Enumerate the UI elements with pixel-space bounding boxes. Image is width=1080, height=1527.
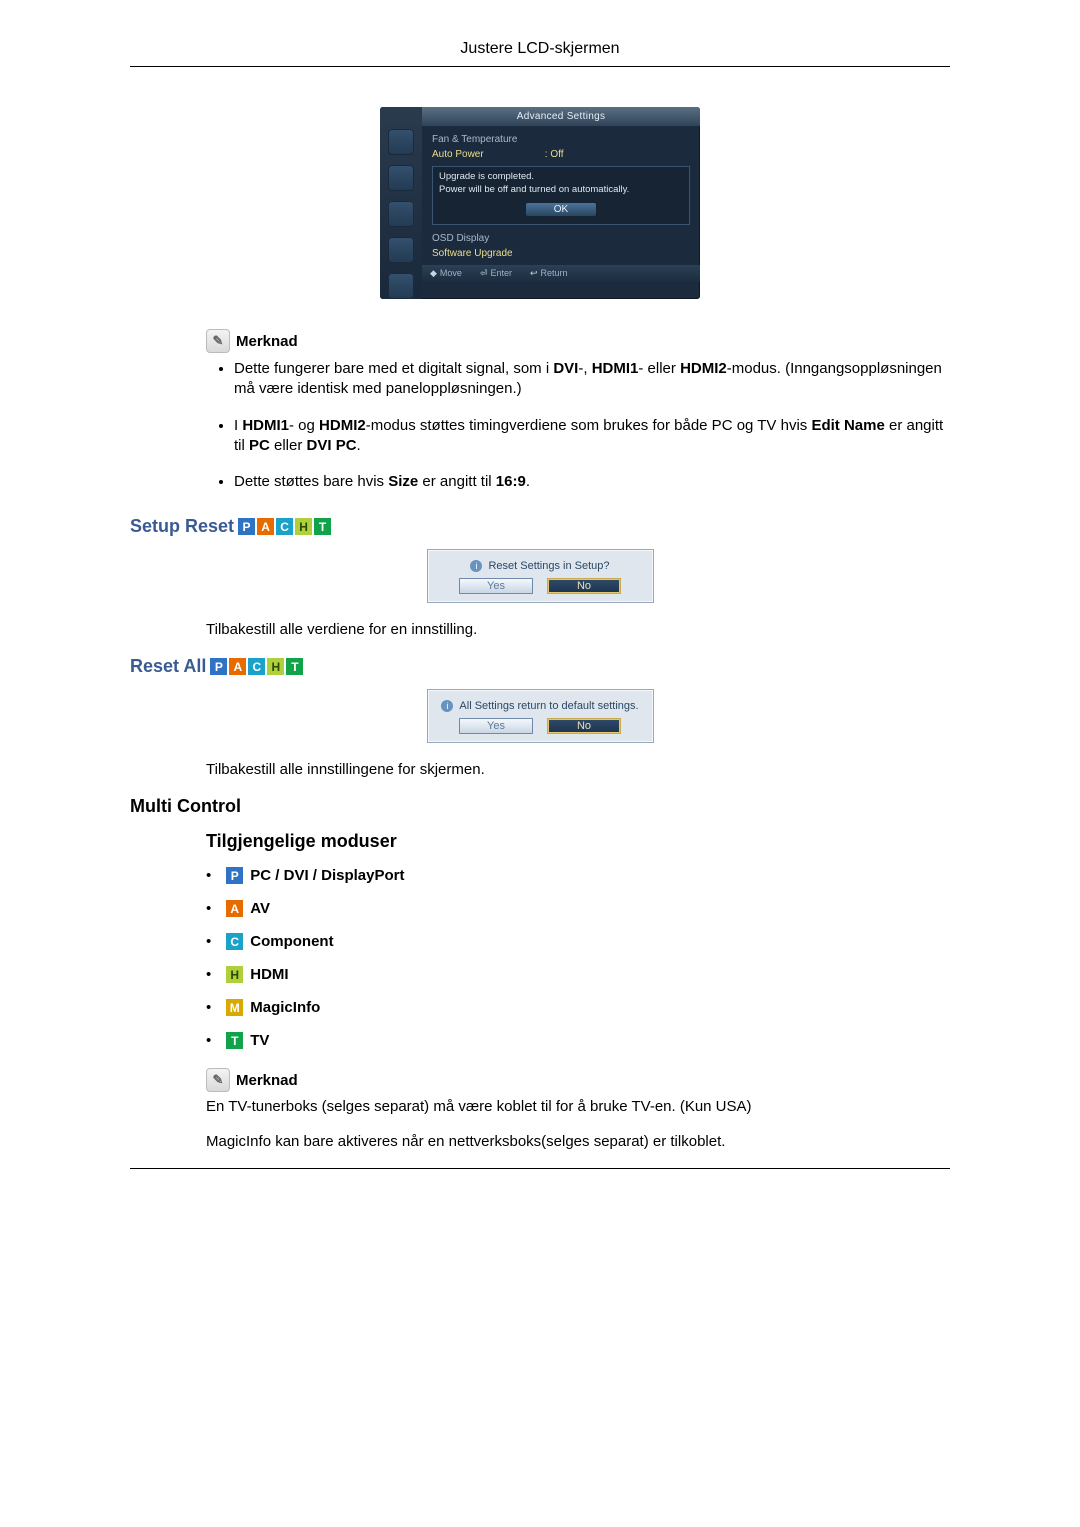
note-icon: ✎ (206, 1068, 230, 1092)
note-icon: ✎ (206, 329, 230, 353)
note-list-1: Dette fungerer bare med et digitalt sign… (216, 359, 950, 492)
mode-item-component: CComponent (206, 932, 950, 951)
reset-yes-button: Yes (459, 718, 533, 734)
note-item: Dette støttes bare hvis Size er angitt t… (234, 472, 950, 492)
reset-all-dialog: iAll Settings return to default settings… (427, 689, 654, 743)
osd-screenshot: Advanced Settings Fan & Temperature Auto… (130, 107, 950, 299)
mode-item-av: AAV (206, 899, 950, 918)
info-icon: i (441, 700, 453, 712)
osd-row-fan: Fan & Temperature (432, 132, 690, 147)
heading-setup-reset: Setup Reset P A C H T (130, 516, 950, 537)
divider-bottom (130, 1168, 950, 1169)
badge-t-icon: T (285, 657, 304, 676)
osd-icon-1 (388, 129, 414, 155)
page-header: Justere LCD-skjermen (130, 40, 950, 66)
note2-p2: MagicInfo kan bare aktiveres når en nett… (206, 1133, 950, 1150)
mode-item-magicinfo: MMagicInfo (206, 998, 950, 1017)
setup-reset-desc: Tilbakestill alle verdiene for en innsti… (206, 621, 950, 638)
osd-row-auto-power: Auto Power : Off (432, 147, 690, 162)
osd-dialog: Upgrade is completed. Power will be off … (432, 166, 690, 225)
badge-h-icon: H (266, 657, 285, 676)
mode-list: PPC / DVI / DisplayPort AAV CComponent H… (206, 866, 950, 1050)
badge-p-icon: P (225, 866, 244, 885)
heading-multi-control: Multi Control (130, 796, 950, 817)
note2-p1: En TV-tunerboks (selges separat) må være… (206, 1098, 950, 1115)
badge-t-icon: T (313, 517, 332, 536)
note-heading-1: ✎ Merknad (206, 329, 950, 353)
reset-all-desc: Tilbakestill alle innstillingene for skj… (206, 761, 950, 778)
badge-a-icon: A (228, 657, 247, 676)
heading-modes: Tilgjengelige moduser (206, 831, 950, 852)
osd-ok-button: OK (526, 203, 596, 216)
mode-item-pc: PPC / DVI / DisplayPort (206, 866, 950, 885)
badge-p-icon: P (237, 517, 256, 536)
badge-m-icon: M (225, 998, 244, 1017)
info-icon: i (470, 560, 482, 572)
setup-reset-dialog: iReset Settings in Setup? Yes No (427, 549, 654, 603)
badge-a-icon: A (225, 899, 244, 918)
osd-title: Advanced Settings (422, 107, 700, 126)
mode-item-tv: TTV (206, 1031, 950, 1050)
badge-h-icon: H (294, 517, 313, 536)
osd-footer: ◆Move ⏎Enter ↩Return (422, 265, 700, 282)
note-item: Dette fungerer bare med et digitalt sign… (234, 359, 950, 400)
osd-side-icons (380, 107, 422, 299)
osd-icon-2 (388, 165, 414, 191)
mode-item-hdmi: HHDMI (206, 965, 950, 984)
divider-top (130, 66, 950, 67)
badge-t-icon: T (225, 1031, 244, 1050)
note-item: I HDMI1- og HDMI2-modus støttes timingve… (234, 416, 950, 457)
badge-p-icon: P (209, 657, 228, 676)
badge-c-icon: C (275, 517, 294, 536)
osd-icon-5 (388, 273, 414, 299)
osd-icon-4 (388, 237, 414, 263)
reset-no-button: No (547, 718, 621, 734)
badge-c-icon: C (225, 932, 244, 951)
osd-row-osd-display: OSD Display (432, 231, 690, 246)
badge-a-icon: A (256, 517, 275, 536)
badge-c-icon: C (247, 657, 266, 676)
reset-yes-button: Yes (459, 578, 533, 594)
osd-icon-3 (388, 201, 414, 227)
reset-no-button: No (547, 578, 621, 594)
osd-row-sw-upgrade: Software Upgrade (432, 246, 690, 261)
heading-reset-all: Reset All P A C H T (130, 656, 950, 677)
badge-h-icon: H (225, 965, 244, 984)
note-heading-2: ✎ Merknad (206, 1068, 950, 1092)
